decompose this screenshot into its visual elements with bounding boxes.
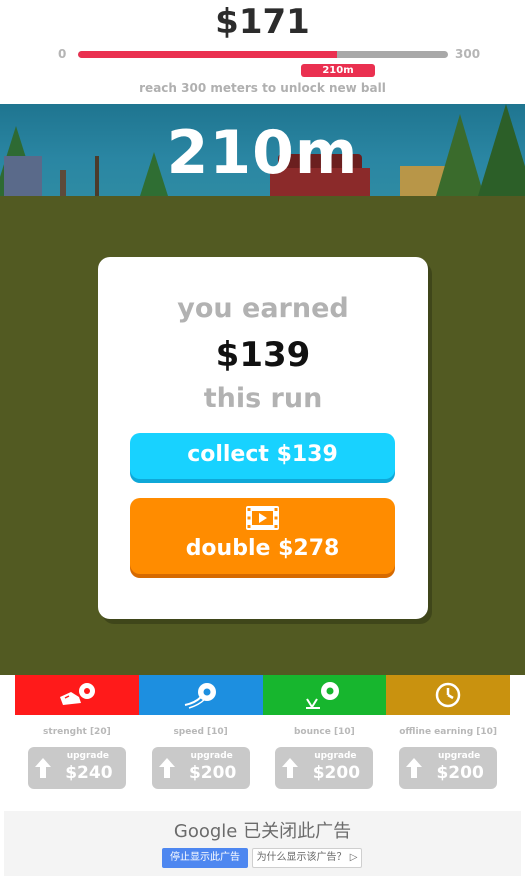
distance-readout: 210m bbox=[166, 118, 359, 188]
upgrade-price: $200 bbox=[188, 763, 237, 783]
upgrade-slot: upgrade $200 bbox=[386, 747, 510, 789]
upgrade-price: $200 bbox=[312, 763, 361, 783]
why-this-ad-button[interactable]: 为什么显示该广告？ ▷ bbox=[252, 848, 362, 868]
category-bounce[interactable] bbox=[262, 675, 387, 715]
arrow-up-icon bbox=[158, 758, 175, 778]
upgrade-label: upgrade bbox=[190, 751, 233, 761]
progress-marker: 210m bbox=[301, 64, 375, 77]
category-offline-earning[interactable] bbox=[386, 675, 510, 715]
clock-icon bbox=[435, 682, 461, 708]
top-header: $171 0 300 210m reach 300 meters to unlo… bbox=[0, 0, 525, 104]
upgrade-price: $200 bbox=[436, 763, 484, 783]
upgrade-price: $240 bbox=[65, 763, 113, 783]
stop-showing-ad-button[interactable]: 停止显示此广告 bbox=[162, 848, 248, 868]
money-total: $171 bbox=[215, 2, 310, 42]
arrow-up-icon bbox=[34, 758, 51, 778]
progress-max-label: 300 bbox=[455, 47, 481, 61]
upgrade-label: upgrade bbox=[314, 751, 357, 761]
upgrade-slot: upgrade $200 bbox=[263, 747, 387, 789]
upgrade-slot: upgrade $240 bbox=[15, 747, 139, 789]
ad-banner: Google 已关闭此广告 停止显示此广告 为什么显示该广告？ ▷ bbox=[4, 811, 521, 876]
upgrade-bounce-button[interactable]: upgrade $200 bbox=[275, 747, 374, 789]
upgrade-label: upgrade bbox=[66, 751, 110, 761]
earned-amount: $139 bbox=[215, 335, 311, 375]
upgrade-categories bbox=[15, 675, 510, 715]
scene-background: 210m bbox=[0, 104, 525, 196]
result-card: you earned $139 this run collect $139 do… bbox=[98, 257, 428, 619]
double-label: double $278 bbox=[185, 536, 340, 561]
arrow-up-icon bbox=[406, 758, 423, 778]
video-film-icon bbox=[246, 506, 279, 530]
category-label: bounce [10] bbox=[293, 727, 355, 737]
bounce-ball-icon bbox=[306, 682, 340, 709]
progress-fill bbox=[78, 51, 337, 58]
kick-shoe-icon bbox=[59, 683, 95, 705]
category-label: strenght [20] bbox=[43, 727, 111, 737]
upgrade-strenght-button[interactable]: upgrade $240 bbox=[27, 747, 126, 789]
category-labels: strenght [20] speed [10] bounce [10] off… bbox=[15, 727, 510, 737]
this-run-label: this run bbox=[203, 383, 323, 414]
game-screen: $171 0 300 210m reach 300 meters to unlo… bbox=[0, 0, 525, 876]
double-button[interactable]: double $278 bbox=[130, 498, 395, 574]
collect-button[interactable]: collect $139 bbox=[130, 433, 395, 479]
ad-closed-title: Google 已关闭此广告 bbox=[173, 821, 352, 842]
speed-ball-icon bbox=[184, 683, 216, 709]
progress-min-label: 0 bbox=[58, 47, 67, 61]
progress-bar bbox=[78, 51, 448, 58]
category-label: offline earning [10] bbox=[399, 727, 498, 737]
category-speed[interactable] bbox=[138, 675, 263, 715]
upgrade-speed-button[interactable]: upgrade $200 bbox=[151, 747, 250, 789]
upgrade-buttons: upgrade $240 upgrade $200 upgrade $200 u… bbox=[15, 747, 510, 789]
earned-label: you earned bbox=[177, 293, 349, 324]
upgrade-offline-earning-button[interactable]: upgrade $200 bbox=[399, 747, 498, 789]
upgrade-slot: upgrade $200 bbox=[139, 747, 263, 789]
upgrade-label: upgrade bbox=[437, 751, 481, 761]
arrow-up-icon bbox=[282, 758, 299, 778]
category-label: speed [10] bbox=[173, 727, 228, 737]
unlock-caption: reach 300 meters to unlock new ball bbox=[139, 81, 386, 95]
category-strenght[interactable] bbox=[15, 675, 139, 715]
